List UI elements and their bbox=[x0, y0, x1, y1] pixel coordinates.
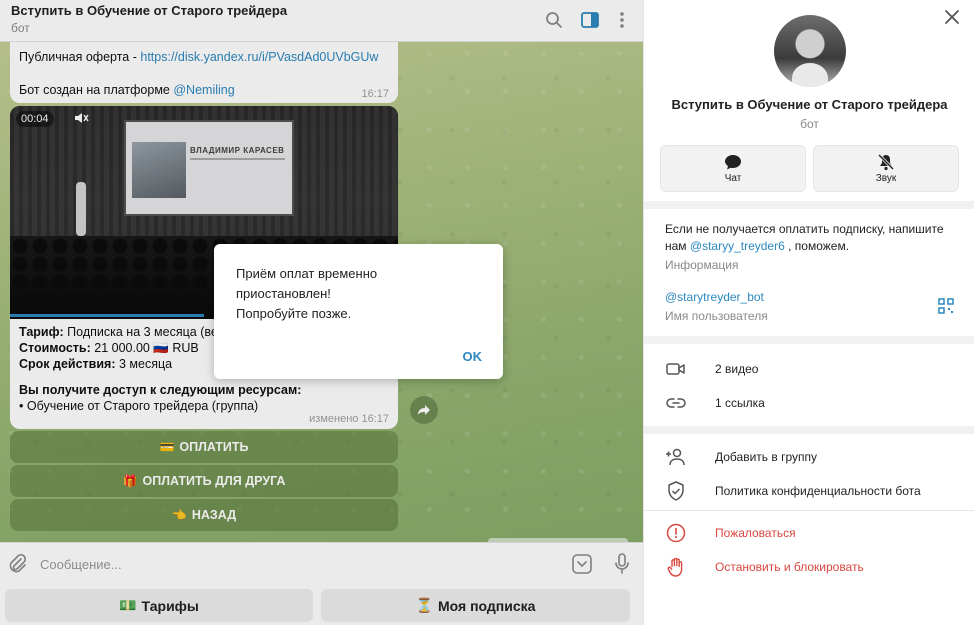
close-icon[interactable] bbox=[944, 9, 960, 25]
avatar[interactable] bbox=[774, 15, 846, 87]
username-link[interactable]: @starytreyder_bot bbox=[665, 290, 764, 304]
ok-button[interactable]: OK bbox=[463, 349, 483, 364]
report-icon bbox=[666, 523, 686, 543]
support-link[interactable]: @staryy_treyder6 bbox=[690, 239, 785, 253]
alert-dialog: Приём оплат временно приостановлен! Попр… bbox=[214, 244, 503, 379]
section-divider bbox=[644, 336, 974, 344]
links-row[interactable]: 1 ссылка bbox=[644, 390, 974, 416]
hand-stop-icon bbox=[667, 557, 683, 577]
link-icon bbox=[666, 398, 686, 408]
bot-info-text: Если не получается оплатить подписку, на… bbox=[665, 222, 944, 253]
section-divider bbox=[644, 426, 974, 434]
info-label: Информация bbox=[665, 258, 739, 272]
videos-row[interactable]: 2 видео bbox=[644, 356, 974, 382]
shield-check-icon bbox=[668, 481, 684, 501]
report-row[interactable]: Пожаловаться bbox=[644, 520, 974, 546]
qr-code-icon[interactable] bbox=[938, 298, 954, 314]
stop-and-block-row[interactable]: Остановить и блокировать bbox=[644, 554, 974, 580]
video-camera-icon bbox=[666, 363, 685, 375]
section-divider bbox=[644, 201, 974, 209]
profile-panel: Вступить в Обучение от Старого трейдера … bbox=[643, 0, 974, 625]
privacy-policy-row[interactable]: Политика конфиденциальности бота bbox=[644, 478, 974, 504]
chat-bubble-icon bbox=[725, 155, 741, 170]
bell-off-icon bbox=[877, 153, 895, 171]
username-label: Имя пользователя bbox=[665, 309, 768, 323]
add-to-group-row[interactable]: Добавить в группу bbox=[644, 444, 974, 470]
chat-action-button[interactable]: Чат bbox=[660, 145, 806, 192]
profile-name: Вступить в Обучение от Старого трейдера bbox=[671, 97, 948, 112]
alert-message: Приём оплат временно приостановлен! Попр… bbox=[236, 266, 378, 321]
profile-type: бот bbox=[800, 117, 819, 131]
sound-action-button[interactable]: Звук bbox=[813, 145, 959, 192]
section-divider bbox=[644, 510, 974, 511]
add-user-icon bbox=[666, 448, 685, 466]
